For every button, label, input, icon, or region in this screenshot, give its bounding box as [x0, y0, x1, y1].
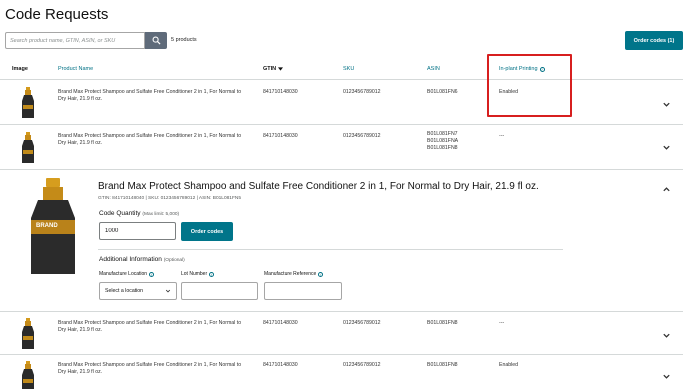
- product-thumbnail: [22, 361, 34, 389]
- table-row: Brand Max Protect Shampoo and Sulfate Fr…: [0, 126, 683, 170]
- gtin-value: 841710148030: [263, 133, 298, 139]
- code-quantity-limit: (Max limit: 5,000): [142, 212, 180, 217]
- inplant-value: ---: [499, 320, 505, 326]
- product-count: 5 products: [171, 37, 197, 43]
- manufacture-reference-input[interactable]: [264, 282, 342, 300]
- inplant-highlight-box: [487, 54, 572, 117]
- additional-info-optional: (Optional): [163, 258, 185, 263]
- page-title: Code Requests: [5, 6, 109, 23]
- select-location-text: Select a location: [105, 288, 144, 294]
- manufacture-location-label: Manufacture Location i: [99, 271, 155, 277]
- product-name[interactable]: Brand Max Protect Shampoo and Sulfate Fr…: [58, 320, 243, 334]
- info-icon[interactable]: i: [318, 271, 324, 277]
- asin-value: B01L081FN8: [427, 320, 458, 326]
- chevron-down-icon[interactable]: [662, 372, 671, 381]
- code-quantity-input[interactable]: [99, 222, 176, 240]
- asin-value: B01L081FN7 B01L081FNA B01L081FN8: [427, 131, 458, 152]
- additional-info-text: Additional Information: [99, 256, 162, 263]
- product-name[interactable]: Brand Max Protect Shampoo and Sulfate Fr…: [58, 362, 243, 376]
- sku-value: 0123456789012: [343, 362, 381, 368]
- asin-value: B01L081FN6: [427, 89, 458, 95]
- sort-down-icon: [278, 67, 284, 71]
- lot-number-input[interactable]: [181, 282, 258, 300]
- sku-value: 0123456789012: [343, 133, 381, 139]
- sku-value: 0123456789012: [343, 320, 381, 326]
- table-header: Image Product Name GTIN SKU ASIN In-plan…: [0, 58, 683, 80]
- chevron-down-icon: [165, 289, 171, 293]
- search-button[interactable]: [145, 32, 167, 49]
- asin-item: B01L081FN7: [427, 131, 458, 137]
- info-icon[interactable]: i: [149, 271, 155, 277]
- order-codes-inline-button[interactable]: Order codes: [181, 222, 233, 241]
- chevron-down-icon[interactable]: [662, 331, 671, 340]
- chevron-up-icon[interactable]: [662, 185, 671, 194]
- info-icon[interactable]: i: [209, 271, 215, 277]
- column-product-name[interactable]: Product Name: [58, 66, 93, 72]
- sku-value: 0123456789012: [343, 89, 381, 95]
- column-gtin[interactable]: GTIN: [263, 66, 284, 72]
- column-image: Image: [12, 66, 28, 72]
- additional-info-label: Additional Information (Optional): [99, 256, 185, 263]
- chevron-down-icon[interactable]: [662, 143, 671, 152]
- search-icon: [152, 36, 161, 45]
- table-row: Brand Max Protect Shampoo and Sulfate Fr…: [0, 81, 683, 125]
- column-gtin-label: GTIN: [263, 66, 277, 72]
- table-row: Brand Max Protect Shampoo and Sulfate Fr…: [0, 356, 683, 389]
- product-name[interactable]: Brand Max Protect Shampoo and Sulfate Fr…: [58, 89, 243, 103]
- table-row: Brand Max Protect Shampoo and Sulfate Fr…: [0, 313, 683, 355]
- asin-value: B01L081FN8: [427, 362, 458, 368]
- product-thumbnail: [22, 132, 34, 163]
- inplant-value: Enabled: [499, 362, 519, 368]
- column-sku[interactable]: SKU: [343, 66, 354, 72]
- gtin-value: 841710148030: [263, 320, 298, 326]
- gtin-value: 841710148030: [263, 89, 298, 95]
- order-codes-button[interactable]: Order codes (1): [625, 31, 683, 50]
- chevron-down-icon[interactable]: [662, 100, 671, 109]
- code-quantity-text: Code Quantity: [99, 210, 141, 217]
- product-thumbnail: [22, 318, 34, 349]
- search-input[interactable]: [5, 32, 145, 49]
- lot-number-label: Lot Number i: [181, 271, 215, 277]
- manufacture-reference-label: Manufacture Reference i: [264, 271, 324, 277]
- manufacture-location-select[interactable]: Select a location: [99, 282, 177, 300]
- bottle-label: BRAND: [36, 223, 58, 229]
- column-asin[interactable]: ASIN: [427, 66, 440, 72]
- expanded-product-meta: GTIN: 841710148040 | SKU: 0123456789012 …: [98, 196, 242, 201]
- manufacture-reference-text: Manufacture Reference: [264, 271, 317, 277]
- code-quantity-label: Code Quantity (Max limit: 5,000): [99, 210, 179, 217]
- asin-item: B01L081FN8: [427, 145, 458, 151]
- manufacture-location-text: Manufacture Location: [99, 271, 148, 277]
- product-thumbnail: [22, 87, 34, 118]
- expanded-product-title: Brand Max Protect Shampoo and Sulfate Fr…: [98, 181, 539, 192]
- gtin-value: 841710148030: [263, 362, 298, 368]
- lot-number-text: Lot Number: [181, 271, 208, 277]
- section-divider: [98, 249, 563, 250]
- product-name[interactable]: Brand Max Protect Shampoo and Sulfate Fr…: [58, 133, 243, 147]
- inplant-value: ---: [499, 133, 505, 139]
- asin-item: B01L081FNA: [427, 138, 459, 144]
